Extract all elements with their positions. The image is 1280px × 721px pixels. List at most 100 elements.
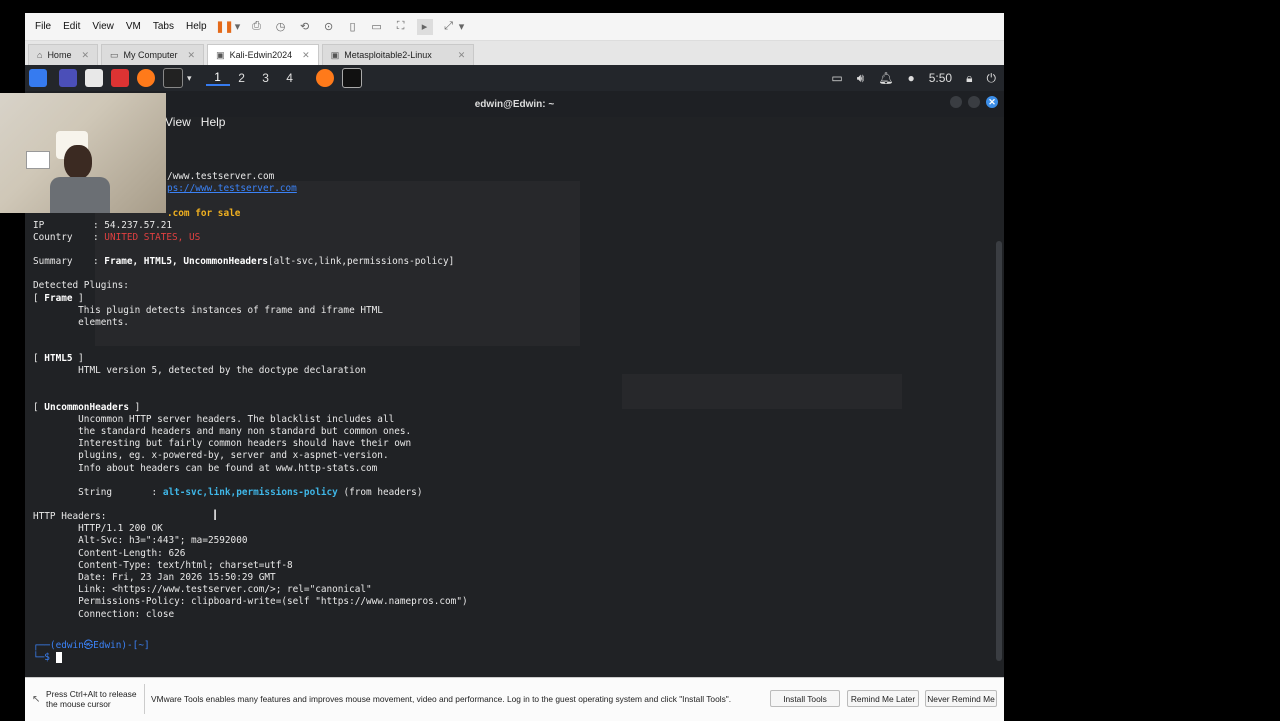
cursor-icon: ↖	[32, 694, 41, 705]
menu-vm[interactable]: VM	[126, 21, 141, 32]
terminal-output[interactable]: /www.testserver.com ps://www.testserver.c…	[33, 159, 993, 621]
terminal-window[interactable]: edwin@Edwin: ~ ✕ View Help /www.testserv…	[25, 91, 1004, 677]
summary-plugins: Frame, HTML5, UncommonHeaders	[104, 256, 268, 268]
tab-my-computer[interactable]: ▭ My Computer ✕	[101, 44, 205, 65]
vmware-tools-hint-bar: ↖ Press Ctrl+Alt to release the mouse cu…	[25, 677, 1004, 721]
terminal-menubar: View Help	[165, 115, 225, 135]
sidebar-toggle-icon[interactable]: ▯	[345, 19, 361, 35]
tab-kali[interactable]: ▣ Kali-Edwin2024 ✕	[207, 44, 319, 65]
prompt-symbol: └─$	[33, 652, 56, 664]
never-remind-button[interactable]: Never Remind Me	[925, 690, 997, 707]
menu-tabs[interactable]: Tabs	[153, 21, 174, 32]
workspace-4[interactable]: 4	[278, 71, 302, 85]
kali-panel: ▾ 1 2 3 4 ▭ 🔊︎ 🔔︎ ● 5:50 🔒︎ ⏻	[25, 65, 1004, 91]
tab-home[interactable]: ⌂ Home ✕	[28, 44, 98, 65]
snapshot-manager-icon[interactable]: ⊙	[321, 19, 337, 35]
output-line: This plugin detects instances of frame a…	[33, 304, 383, 316]
vmware-menubar: File Edit View VM Tabs Help ❚❚ ▾ ⎙ ◷ ⟲ ⊙…	[25, 13, 1004, 41]
ip-label: IP	[33, 219, 45, 231]
text-editor-icon[interactable]	[111, 69, 129, 87]
display-icon[interactable]: ▭	[831, 71, 842, 85]
terminal-menu-view[interactable]: View	[165, 115, 191, 135]
menu-help[interactable]: Help	[186, 21, 207, 32]
show-desktop-icon[interactable]	[59, 69, 77, 87]
revert-snapshot-icon[interactable]: ⟲	[297, 19, 313, 35]
maximize-button[interactable]	[968, 96, 980, 108]
computer-icon: ▭	[110, 49, 119, 60]
menu-edit[interactable]: Edit	[63, 21, 80, 32]
ip-value: : 54.237.57.21	[93, 219, 173, 231]
fullscreen-icon[interactable]: ⛶	[393, 19, 409, 35]
terminal-menu-help[interactable]: Help	[201, 115, 226, 135]
workspace-1[interactable]: 1	[205, 70, 230, 86]
tools-message: VMware Tools enables many features and i…	[151, 694, 732, 704]
http-headers-heading: HTTP Headers:	[33, 511, 107, 523]
plugin-frame: Frame	[44, 292, 73, 304]
thumbnail-icon[interactable]: ▭	[369, 19, 385, 35]
output-line: plugins, eg. x-powered-by, server and x-…	[33, 450, 389, 462]
home-icon: ⌂	[37, 50, 43, 60]
output-line: elements.	[33, 317, 129, 329]
dropdown-icon-2[interactable]: ▾	[459, 19, 465, 35]
header-line: HTTP/1.1 200 OK	[33, 523, 163, 535]
summary-label: Summary	[33, 256, 73, 268]
plugin-html5: HTML5	[44, 353, 73, 365]
install-tools-button[interactable]: Install Tools	[770, 690, 840, 707]
close-icon[interactable]: ✕	[302, 50, 310, 61]
close-icon[interactable]: ✕	[458, 50, 466, 61]
output-line: ps://www.testserver.com	[167, 183, 297, 195]
workspace-3[interactable]: 3	[254, 71, 278, 85]
tab-metasploitable[interactable]: ▣ Metasploitable2-Linux ✕	[321, 44, 475, 65]
stretch-icon[interactable]: ⤢	[441, 19, 457, 35]
close-icon[interactable]: ✕	[188, 50, 196, 61]
output-line: the standard headers and many non standa…	[33, 426, 412, 438]
volume-icon[interactable]: 🔊︎	[857, 71, 865, 86]
shell-prompt[interactable]: ┌──(edwin㉿Edwin)-[~] └─$	[33, 640, 150, 664]
terminal-scrollbar[interactable]	[996, 241, 1002, 661]
snapshot-icon[interactable]: ◷	[273, 19, 289, 35]
divider	[144, 684, 145, 714]
output-line: Info about headers can be found at www.h…	[33, 462, 378, 474]
terminal-titlebar[interactable]: edwin@Edwin: ~ ✕	[25, 91, 1004, 117]
vm-icon: ▣	[330, 49, 340, 60]
power-manager-icon[interactable]: ●	[908, 71, 915, 85]
send-ctrl-alt-del-icon[interactable]: ⎙	[249, 19, 265, 35]
firefox-icon[interactable]	[137, 69, 155, 87]
prompt-line: ┌──(edwin㉿Edwin)-[~]	[33, 640, 150, 651]
console-view-icon[interactable]: ▸	[416, 18, 433, 35]
header-line: Permissions-Policy: clipboard-write=(sel…	[33, 596, 468, 608]
detected-plugins-heading: Detected Plugins:	[33, 280, 129, 292]
string-value: alt-svc,link,permissions-policy	[162, 486, 338, 498]
close-button[interactable]: ✕	[986, 96, 998, 108]
power-icon[interactable]: ⏻	[987, 71, 997, 86]
chevron-down-icon[interactable]: ▾	[187, 73, 192, 84]
output-line: Interesting but fairly common headers sh…	[33, 438, 412, 450]
plugin-uncommonheaders: UncommonHeaders	[44, 401, 129, 413]
clock[interactable]: 5:50	[929, 71, 952, 85]
terminal-task-icon[interactable]	[341, 68, 362, 88]
dropdown-icon[interactable]: ▾	[235, 19, 241, 35]
output-line: /www.testserver.com	[167, 171, 275, 183]
file-manager-icon[interactable]	[85, 69, 103, 87]
workspace-2[interactable]: 2	[230, 71, 254, 85]
menu-view[interactable]: View	[92, 21, 114, 32]
header-line: Date: Fri, 23 Jan 2026 15:50:29 GMT	[33, 572, 276, 584]
terminal-icon[interactable]	[163, 68, 183, 88]
guest-screen[interactable]: ▾ 1 2 3 4 ▭ 🔊︎ 🔔︎ ● 5:50 🔒︎ ⏻ edwin@Edwi…	[25, 65, 1004, 677]
kali-menu-icon[interactable]	[29, 69, 47, 87]
lock-icon[interactable]: 🔒︎	[966, 71, 972, 86]
webcam-overlay	[0, 93, 166, 213]
person-body	[50, 177, 110, 213]
close-icon[interactable]: ✕	[81, 50, 89, 61]
output-line: Uncommon HTTP server headers. The blackl…	[33, 413, 395, 425]
header-line: Link: <https://www.testserver.com/>; rel…	[33, 584, 372, 596]
vmware-window: File Edit View VM Tabs Help ❚❚ ▾ ⎙ ◷ ⟲ ⊙…	[25, 13, 1004, 721]
pause-icon[interactable]: ❚❚	[215, 19, 233, 35]
remind-later-button[interactable]: Remind Me Later	[847, 690, 919, 707]
notification-bell-icon[interactable]: 🔔︎	[878, 71, 893, 85]
firefox-task-icon[interactable]	[315, 69, 334, 87]
output-line: HTML version 5, detected by the doctype …	[33, 365, 367, 377]
minimize-button[interactable]	[950, 96, 962, 108]
menu-file[interactable]: File	[35, 21, 51, 32]
vm-tabs: ⌂ Home ✕ ▭ My Computer ✕ ▣ Kali-Edwin2024 ✕ ▣ M…	[25, 41, 1004, 65]
